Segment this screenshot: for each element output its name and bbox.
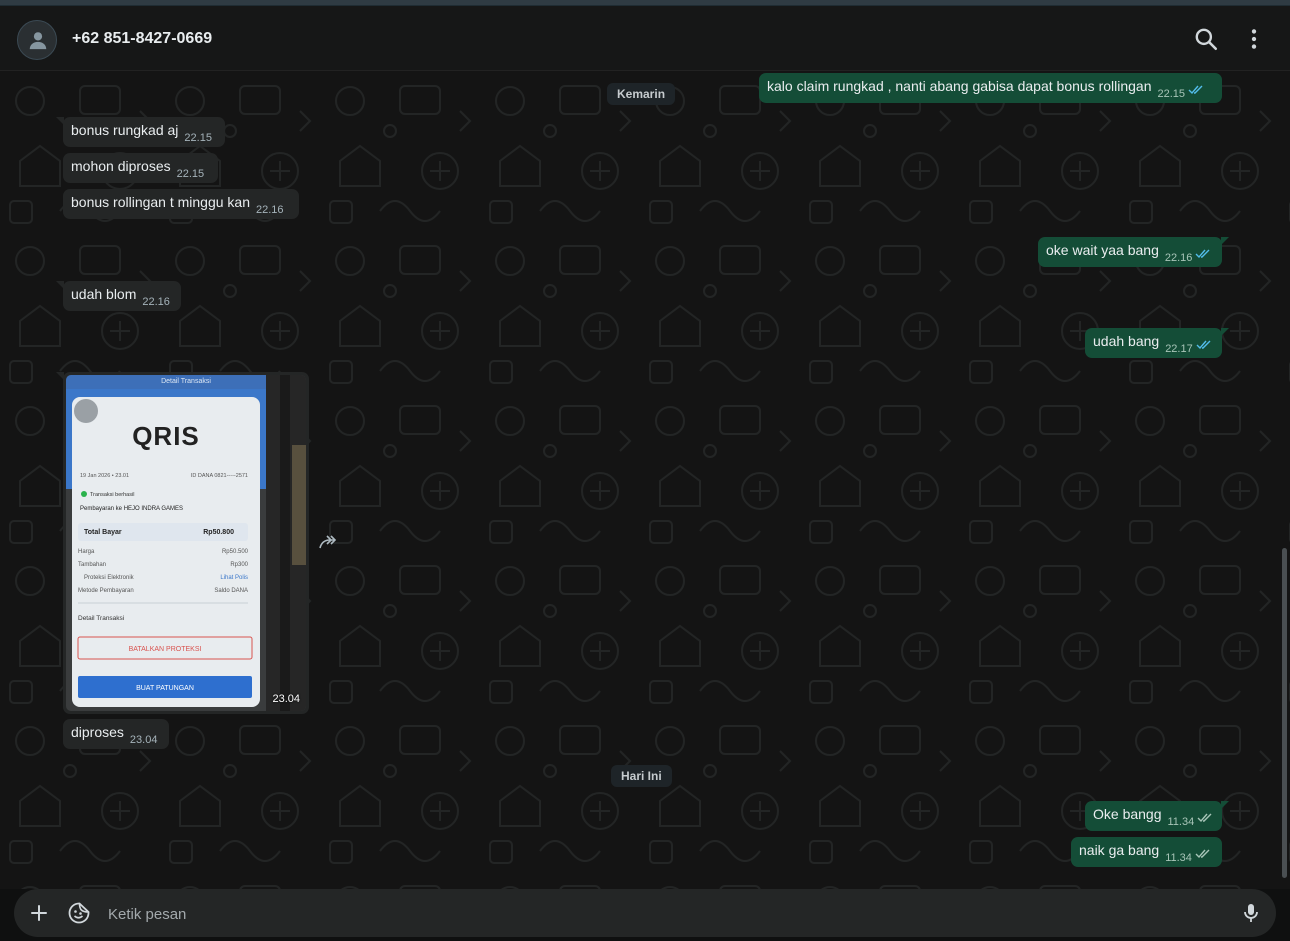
message-text: udah blom <box>71 286 137 302</box>
message-bubble-outgoing[interactable]: kalo claim rungkad , nanti abang gabisa … <box>759 73 1222 103</box>
contact-avatar[interactable] <box>17 20 57 60</box>
receipt-row-label: Proteksi Elektronik <box>84 575 135 581</box>
message-text: kalo claim rungkad , nanti abang gabisa … <box>767 78 1152 94</box>
message-text: oke wait yaa bang <box>1046 242 1159 258</box>
receipt-row-value: Rp50.500 <box>222 549 249 555</box>
message-time: 22.15 <box>1157 88 1186 100</box>
receipt-status: Transaksi berhasil <box>90 492 134 498</box>
message-bubble-incoming[interactable]: diproses 23.04 <box>63 719 169 749</box>
qris-logo: QRIS <box>132 421 200 451</box>
plus-icon[interactable] <box>27 901 51 925</box>
message-time: 22.16 <box>256 204 284 216</box>
message-text: udah bang <box>1093 333 1160 349</box>
message-bubble-incoming[interactable]: bonus rollingan t minggu kan 22.16 <box>63 189 299 219</box>
message-bubble-outgoing[interactable]: udah bang 22.17 <box>1085 328 1229 358</box>
message-time: 11.34 <box>1167 816 1195 828</box>
image-attachment[interactable]: Detail Transaksi QRIS 19 Jan 2026 • 23.0… <box>66 375 306 711</box>
message-text: bonus rollingan t minggu kan <box>71 194 251 210</box>
message-time: 23.04 <box>272 693 300 705</box>
message-time: 11.34 <box>1165 852 1192 864</box>
read-ticks-icon <box>1195 249 1210 259</box>
receipt-detail-label: Detail Transaksi <box>78 615 124 622</box>
composer-box <box>14 889 1276 937</box>
delivered-ticks-icon <box>1197 813 1212 823</box>
message-text: bonus rungkad aj <box>71 122 179 138</box>
message-time: 22.15 <box>184 132 212 144</box>
message-time: 22.15 <box>176 168 205 180</box>
chat-scrollbar[interactable] <box>1282 548 1287 878</box>
person-icon <box>29 32 47 50</box>
message-bubble-incoming[interactable]: udah blom 22.16 <box>56 281 181 311</box>
date-divider-today: Hari Ini <box>611 765 672 787</box>
receipt-row-value: Lihat Polis <box>220 575 248 581</box>
receipt-row-value: Rp300 <box>230 562 248 568</box>
message-bubble-outgoing[interactable]: oke wait yaa bang 22.16 <box>1038 237 1229 267</box>
message-bubble-incoming[interactable]: bonus rungkad aj 22.15 <box>56 117 225 147</box>
search-icon[interactable] <box>1193 26 1219 52</box>
message-input[interactable] <box>106 897 1220 931</box>
message-bubble-incoming[interactable]: mohon diproses 22.15 <box>63 153 218 183</box>
message-text: diproses <box>71 724 124 740</box>
message-bubble-outgoing[interactable]: Oke bangg 11.34 <box>1085 801 1229 831</box>
chat-header: +62 851-8427-0669 <box>0 6 1290 71</box>
forward-icon[interactable] <box>318 533 338 551</box>
contact-name[interactable]: +62 851-8427-0669 <box>72 30 212 48</box>
receipt-row-label: Tambahan <box>78 562 106 568</box>
receipt-row-value: Saldo DANA <box>214 588 248 594</box>
receipt-share-button: BUAT PATUNGAN <box>136 685 194 692</box>
receipt-row-label: Metode Pembayaran <box>78 588 134 594</box>
read-ticks-icon <box>1196 340 1211 350</box>
message-time: 22.16 <box>142 296 170 308</box>
message-time: 22.17 <box>1165 343 1193 355</box>
receipt-row-label: Harga <box>78 549 95 555</box>
message-time: 22.16 <box>1164 252 1193 264</box>
receipt-date: 19 Jan 2026 • 23.01 <box>80 473 129 479</box>
receipt-title: Detail Transaksi <box>161 378 211 385</box>
kebab-menu-icon[interactable] <box>1241 26 1267 52</box>
delivered-ticks-icon <box>1195 849 1210 859</box>
receipt-screenshot-image: Detail Transaksi QRIS 19 Jan 2026 • 23.0… <box>66 375 306 711</box>
message-text: mohon diproses <box>71 158 171 174</box>
chat-area[interactable]: Kemarin kalo claim rungkad , nanti abang… <box>0 71 1290 889</box>
read-ticks-icon <box>1188 85 1203 95</box>
receipt-total-label: Total Bayar <box>84 529 122 536</box>
microphone-icon[interactable] <box>1239 901 1263 925</box>
message-text: naik ga bang <box>1079 842 1160 858</box>
message-text: Oke bangg <box>1093 806 1162 822</box>
receipt-total-value: Rp50.800 <box>203 529 234 536</box>
image-message-bubble[interactable]: Detail Transaksi QRIS 19 Jan 2026 • 23.0… <box>56 372 309 714</box>
message-time: 23.04 <box>129 734 158 746</box>
message-bubble-outgoing[interactable]: naik ga bang 11.34 <box>1071 837 1222 867</box>
receipt-cancel-button: BATALKAN PROTEKSI <box>129 646 202 653</box>
receipt-id-dana: ID DANA 0821-----2571 <box>191 473 248 479</box>
message-composer <box>0 889 1290 941</box>
receipt-merchant: Pembayaran ke HEJO INDRA GAMES <box>80 506 183 512</box>
sticker-icon[interactable] <box>67 901 91 925</box>
date-divider-yesterday: Kemarin <box>607 83 676 105</box>
